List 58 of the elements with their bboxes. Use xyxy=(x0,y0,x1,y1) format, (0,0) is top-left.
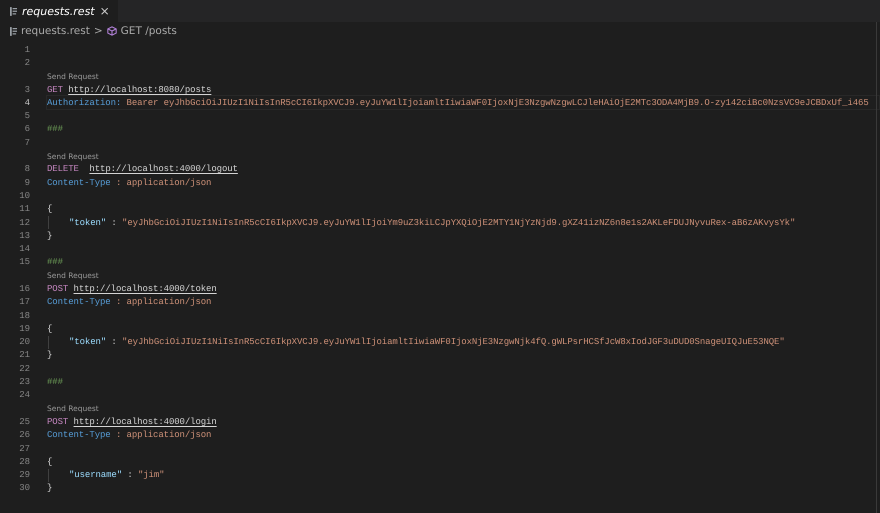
line-number: 14 xyxy=(18,244,30,254)
code-line: } xyxy=(47,349,52,362)
line-number: 20 xyxy=(18,337,30,348)
line-number: 21 xyxy=(18,350,30,360)
line-number: 27 xyxy=(18,444,30,454)
code-line: DELETE http://localhost:4000/logout xyxy=(47,163,238,176)
breadcrumb-item[interactable]: requests.rest xyxy=(21,25,90,37)
code-line: "username" : "jim" xyxy=(69,469,164,482)
cube-icon xyxy=(106,26,117,36)
code-line: Content-Type : application/json xyxy=(47,176,212,189)
code-line: ### xyxy=(47,376,63,388)
code-line: { xyxy=(47,203,52,216)
line-number: 12 xyxy=(18,218,30,228)
line-number: 28 xyxy=(18,456,30,467)
line-number: 22 xyxy=(18,364,30,374)
breadcrumb-item[interactable]: GET /posts xyxy=(120,25,177,37)
line-number: 3 xyxy=(24,84,30,95)
line-number: 15 xyxy=(18,257,30,268)
code-line: { xyxy=(47,322,52,335)
line-number: 24 xyxy=(18,390,30,400)
code-line: Content-Type : application/json xyxy=(47,296,212,308)
line-number: 26 xyxy=(18,430,30,440)
line-number: 8 xyxy=(24,164,30,174)
line-number: 1 xyxy=(24,44,30,55)
line-number: 6 xyxy=(24,124,30,134)
line-number: 19 xyxy=(18,324,30,334)
line-number: 25 xyxy=(18,416,30,427)
line-number: 7 xyxy=(24,138,30,148)
code-line: POST http://localhost:4000/login xyxy=(47,416,217,428)
code-line: { xyxy=(47,456,52,468)
line-number: 17 xyxy=(18,297,30,308)
line-number: 11 xyxy=(18,204,30,214)
file-icon xyxy=(10,26,17,36)
code-line: GET http://localhost:8080/posts xyxy=(47,84,212,96)
code-line: Authorization: Bearer eyJhbGciOiJIUzI1NiIsInR5cCI6IkpXVCJ9.eyJuYW1lIjoiamltIiwiaWF0IjoxNjE3NzgwNzgwLCJleHAiOjE2MTc3ODA4MjB9.O-zy142ciBc0NzsVC9eJCBDxUf_i465 xyxy=(47,96,869,109)
code-line: "token" : "eyJhbGciOiJIUzI1NiIsInR5cCI6IkpXVCJ9.eyJuYW1lIjoiYm9uZ3kiLCJpYXQiOjE2MTY1NjYzNjd9.gXZ41izNZ6n8e1s2AKLeFDUJNyvuRex-aB6zAKvysYk" xyxy=(69,216,796,228)
code-line: } xyxy=(47,482,52,494)
line-number: 30 xyxy=(18,483,30,494)
editor-tab[interactable]: requests.rest × xyxy=(0,0,118,22)
code-line: ### xyxy=(47,256,63,268)
breadcrumb-separator: > xyxy=(94,25,103,37)
line-number: 18 xyxy=(18,310,30,321)
line-number: 13 xyxy=(18,230,30,241)
code-line: "token" : "eyJhbGciOiJIUzI1NiIsInR5cCI6IkpXVCJ9.eyJuYW1lIjoiamltIiwiaWF0IjoxNjE3NzgwNjk4fQ.gWLPsrHCSfJcW8xIodJGF3uDUD0SnageUIQJuE53NQE" xyxy=(69,336,785,348)
line-number: 23 xyxy=(18,377,30,388)
line-number: 10 xyxy=(18,190,30,201)
line-number: 2 xyxy=(24,58,30,68)
code-line: } xyxy=(47,230,52,242)
line-number: 9 xyxy=(24,178,30,188)
close-icon[interactable]: × xyxy=(100,4,110,18)
code-line: Content-Type : application/json xyxy=(47,429,212,442)
line-number: 4 xyxy=(24,98,30,108)
code-line: POST http://localhost:4000/token xyxy=(47,282,217,295)
code-line: ### xyxy=(47,123,63,136)
file-icon xyxy=(10,6,17,16)
line-number: 5 xyxy=(24,111,30,122)
line-number: 29 xyxy=(18,470,30,480)
line-number: 16 xyxy=(18,284,30,294)
